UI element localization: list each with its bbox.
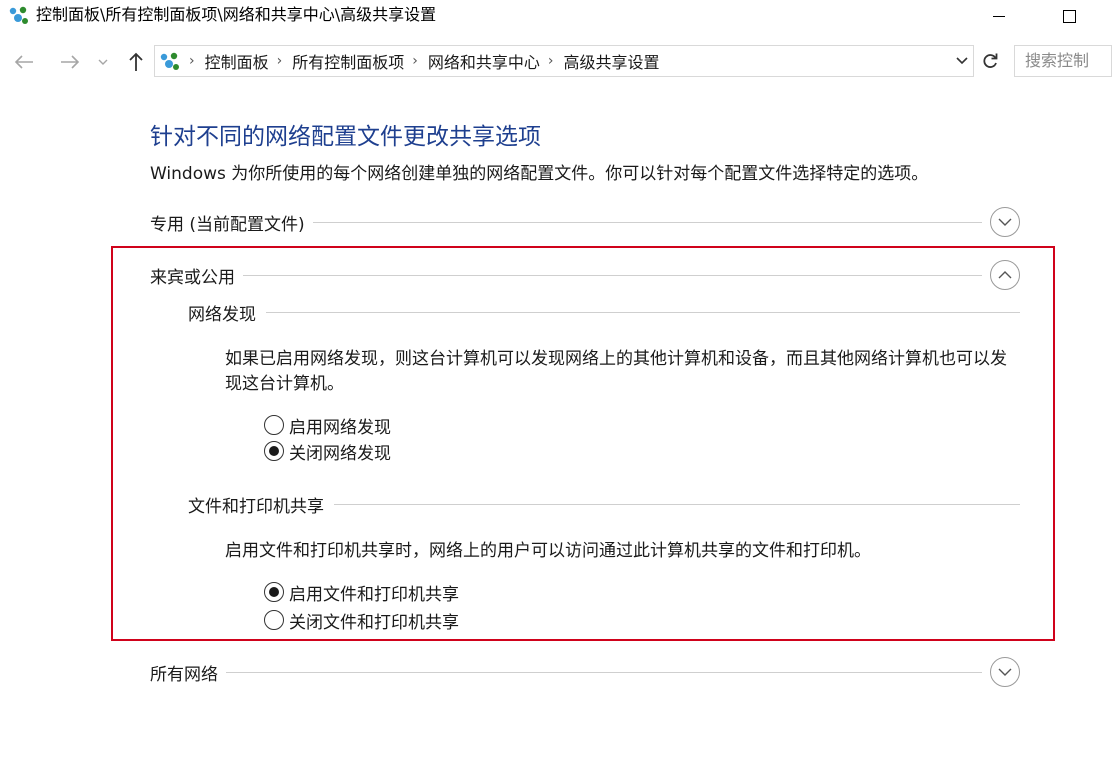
network-discovery-heading: 网络发现 <box>188 304 256 325</box>
radio-label[interactable]: 关闭文件和打印机共享 <box>289 608 459 633</box>
network-center-icon <box>160 52 179 70</box>
minimize-button[interactable] <box>976 0 1022 32</box>
divider <box>243 274 982 276</box>
radio-disable-network-discovery[interactable]: 关闭网络发现 <box>264 439 391 464</box>
chevron-down-icon <box>998 668 1012 676</box>
minimize-icon <box>993 15 1005 17</box>
radio-label[interactable]: 启用文件和打印机共享 <box>289 580 459 605</box>
chevron-right-icon[interactable]: › <box>277 53 283 69</box>
forward-button[interactable] <box>56 48 84 76</box>
radio-disable-file-printer-sharing[interactable]: 关闭文件和打印机共享 <box>264 608 459 633</box>
arrow-left-icon <box>14 55 33 69</box>
address-bar[interactable]: › 控制面板 › 所有控制面板项 › 网络和共享中心 › 高级共享设置 <box>154 45 974 77</box>
breadcrumb-item-advanced-sharing[interactable]: 高级共享设置 <box>563 49 659 73</box>
divider <box>266 311 1020 313</box>
network-discovery-header: 网络发现 <box>188 299 1020 325</box>
page-title: 针对不同的网络配置文件更改共享选项 <box>150 124 541 150</box>
collapse-button[interactable] <box>990 260 1020 290</box>
network-discovery-description: 如果已启用网络发现，则这台计算机可以发现网络上的其他计算机和设备，而且其他网络计… <box>225 349 1007 394</box>
expand-button[interactable] <box>990 207 1020 237</box>
profile-all-networks-label: 所有网络 <box>150 664 218 685</box>
chevron-down-icon <box>998 218 1012 226</box>
file-printer-sharing-header: 文件和打印机共享 <box>188 491 1020 517</box>
network-center-icon <box>9 6 28 24</box>
radio-checked-icon[interactable] <box>264 441 284 461</box>
radio-label[interactable]: 启用网络发现 <box>289 413 391 438</box>
divider <box>312 221 982 223</box>
profile-guest-label: 来宾或公用 <box>150 267 235 288</box>
breadcrumb-item-all-items[interactable]: 所有控制面板项 <box>292 49 404 73</box>
divider <box>226 671 982 673</box>
file-printer-sharing-description: 启用文件和打印机共享时，网络上的用户可以访问通过此计算机共享的文件和打印机。 <box>225 541 871 561</box>
chevron-right-icon[interactable]: › <box>189 53 195 69</box>
arrow-right-icon <box>61 55 80 69</box>
maximize-icon <box>1062 9 1076 23</box>
chevron-right-icon[interactable]: › <box>548 53 554 69</box>
radio-unchecked-icon[interactable] <box>264 415 284 435</box>
up-button[interactable] <box>122 48 150 76</box>
chevron-down-icon <box>98 59 108 65</box>
refresh-button[interactable] <box>976 46 1004 76</box>
divider <box>334 503 1020 505</box>
expand-button[interactable] <box>990 657 1020 687</box>
profile-private-label: 专用 (当前配置文件) <box>150 214 305 235</box>
window-title: 控制面板\所有控制面板项\网络和共享中心\高级共享设置 <box>36 5 437 24</box>
chevron-up-icon <box>998 271 1012 279</box>
chevron-right-icon[interactable]: › <box>412 53 418 69</box>
chevron-down-icon <box>956 57 968 65</box>
breadcrumb-item-control-panel[interactable]: 控制面板 <box>205 49 269 73</box>
radio-enable-network-discovery[interactable]: 启用网络发现 <box>264 413 391 438</box>
radio-unchecked-icon[interactable] <box>264 610 284 630</box>
maximize-button[interactable] <box>1046 0 1092 32</box>
radio-label[interactable]: 关闭网络发现 <box>289 439 391 464</box>
profile-all-networks-header[interactable]: 所有网络 <box>150 657 1020 687</box>
recent-locations-button[interactable] <box>94 48 112 76</box>
breadcrumb-item-network-center[interactable]: 网络和共享中心 <box>428 49 540 73</box>
page-description: Windows 为你所使用的每个网络创建单独的网络配置文件。你可以针对每个配置文… <box>150 164 929 184</box>
file-printer-sharing-heading: 文件和打印机共享 <box>188 496 324 517</box>
search-input[interactable]: 搜索控制 <box>1014 45 1112 77</box>
title-bar: 控制面板\所有控制面板项\网络和共享中心\高级共享设置 <box>0 0 1112 32</box>
back-button[interactable] <box>10 48 38 76</box>
radio-checked-icon[interactable] <box>264 582 284 602</box>
profile-guest-header[interactable]: 来宾或公用 <box>150 260 1020 290</box>
refresh-icon <box>983 53 998 68</box>
radio-enable-file-printer-sharing[interactable]: 启用文件和打印机共享 <box>264 580 459 605</box>
address-history-dropdown[interactable] <box>950 46 974 76</box>
arrow-up-icon <box>129 52 143 71</box>
breadcrumb: › 控制面板 › 所有控制面板项 › 网络和共享中心 › 高级共享设置 <box>185 46 664 76</box>
profile-private-header[interactable]: 专用 (当前配置文件) <box>150 207 1020 237</box>
